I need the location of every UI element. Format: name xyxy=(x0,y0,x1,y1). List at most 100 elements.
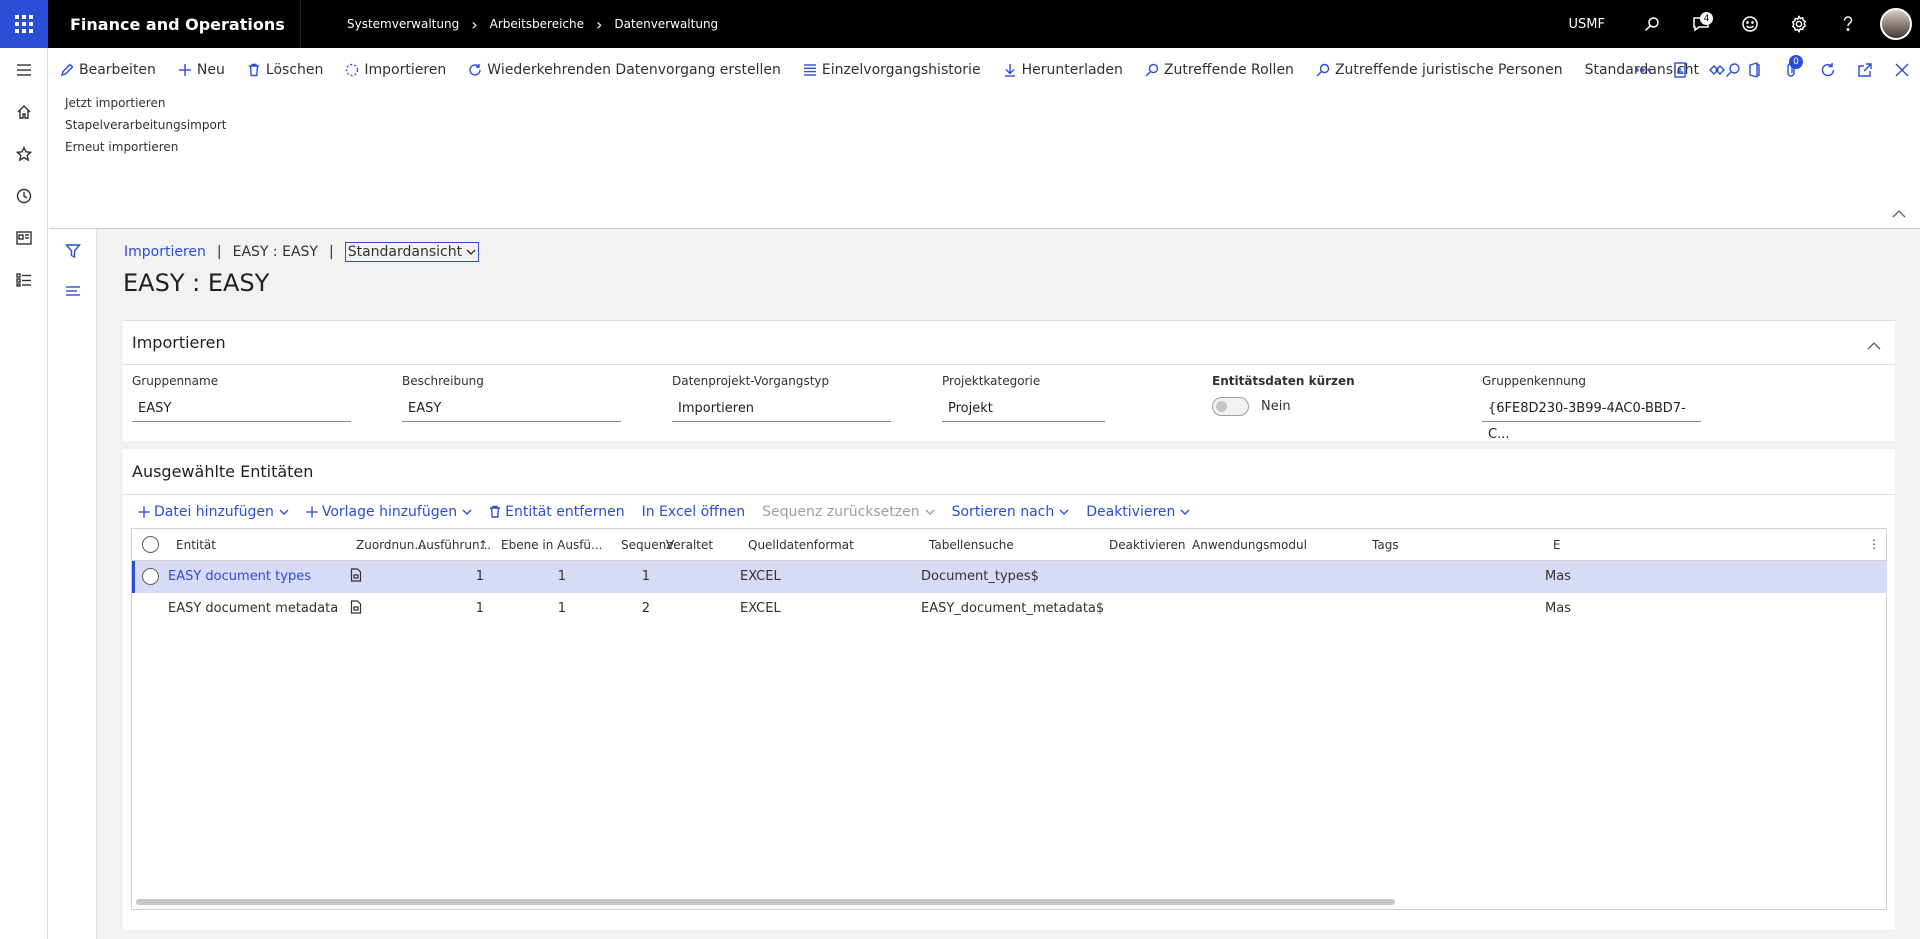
open-new-window-button[interactable] xyxy=(1846,48,1883,92)
applicable-legal-entities-button[interactable]: Zutreffende juristische Personen xyxy=(1316,62,1563,78)
app-title[interactable]: Finance and Operations xyxy=(70,15,300,34)
page-breadcrumb: Importieren | EASY : EASY | Standardansi… xyxy=(124,242,480,262)
close-button[interactable] xyxy=(1883,48,1920,92)
import-fasttab-header[interactable]: Importieren xyxy=(123,321,1895,365)
reset-sequence-button[interactable]: Sequenz zurücksetzen xyxy=(762,503,935,520)
selected-entities-section: Ausgewählte Entitäten Datei hinzufügen V… xyxy=(123,449,1895,930)
list-icon xyxy=(16,273,31,287)
truncate-entity-data-value: Nein xyxy=(1261,399,1291,414)
add-file-button[interactable]: Datei hinzufügen xyxy=(138,504,289,520)
entity-name-link[interactable]: EASY document types xyxy=(168,569,311,584)
column-header-app-module[interactable]: Anwendungsmodul xyxy=(1192,538,1307,552)
sheet-lookup-value[interactable]: EASY_document_metadata$ xyxy=(921,601,1104,616)
filter-button[interactable] xyxy=(49,231,97,271)
expand-navigation-button[interactable] xyxy=(0,49,48,91)
row-select-radio[interactable] xyxy=(142,568,159,585)
column-header-disable[interactable]: Deaktivieren xyxy=(1109,538,1185,552)
reset-sequence-label: Sequenz zurücksetzen xyxy=(762,503,920,520)
power-apps-button[interactable] xyxy=(1698,48,1735,92)
home-button[interactable] xyxy=(0,91,48,133)
download-label: Herunterladen xyxy=(1021,62,1123,78)
edit-button[interactable]: Bearbeiten xyxy=(60,62,156,78)
breadcrumb-item-arbeitsbereiche[interactable]: Arbeitsbereiche xyxy=(490,17,584,31)
sheet-lookup-value[interactable]: Document_types$ xyxy=(921,569,1039,584)
collapse-section-button[interactable] xyxy=(1867,335,1881,354)
select-all-checkbox[interactable] xyxy=(142,536,159,553)
attachments-button[interactable]: 0 xyxy=(1772,48,1809,92)
column-header-sheet-lookup[interactable]: Tabellensuche xyxy=(929,538,1014,552)
office-button[interactable] xyxy=(1735,48,1772,92)
attachments-count-badge: 0 xyxy=(1789,55,1803,69)
project-category-input[interactable]: Projekt xyxy=(942,396,1105,422)
applicable-roles-button[interactable]: Zutreffende Rollen xyxy=(1145,62,1294,78)
create-recurring-job-label: Wiederkehrenden Datenvorgang erstellen xyxy=(487,62,781,78)
app-launcher-button[interactable] xyxy=(0,0,48,48)
import-now-button[interactable]: Jetzt importieren xyxy=(65,92,1920,114)
help-button[interactable] xyxy=(1823,0,1872,48)
column-header-mapping[interactable]: Zuordnun... xyxy=(356,538,426,552)
breadcrumb-item-datenverwaltung[interactable]: Datenverwaltung xyxy=(614,17,718,31)
delete-button[interactable]: Löschen xyxy=(247,62,323,78)
entity-name[interactable]: EASY document metadata xyxy=(168,601,338,616)
navigation-rail xyxy=(0,48,48,939)
truncate-entity-data-toggle[interactable] xyxy=(1212,397,1249,416)
table-row[interactable]: EASY document metadata 1 1 2 EXCEL EASY_… xyxy=(132,593,1887,625)
feedback-button[interactable] xyxy=(1725,0,1774,48)
entities-grid: Entität Zuordnun... Ausführun... ↑ Ebene… xyxy=(131,528,1887,910)
column-header-source-format[interactable]: Quelldatenformat xyxy=(748,538,854,552)
workspaces-button[interactable] xyxy=(0,217,48,259)
create-recurring-job-button[interactable]: Wiederkehrenden Datenvorgang erstellen xyxy=(468,62,781,78)
import-button[interactable]: Importieren xyxy=(345,62,446,78)
page-crumb-record: EASY : EASY xyxy=(232,244,318,260)
mapping-document-icon[interactable] xyxy=(350,600,362,618)
table-row[interactable]: EASY document types 1 1 1 EXCEL Document… xyxy=(132,561,1887,593)
user-avatar[interactable] xyxy=(1880,8,1912,40)
search-button[interactable] xyxy=(1627,0,1676,48)
column-header-e[interactable]: E xyxy=(1553,538,1561,552)
description-input[interactable]: EASY xyxy=(402,396,621,422)
column-header-sequence[interactable]: Sequenz xyxy=(621,538,673,552)
settings-button[interactable] xyxy=(1774,0,1823,48)
download-button[interactable]: Herunterladen xyxy=(1003,62,1123,78)
modules-button[interactable] xyxy=(0,259,48,301)
recent-button[interactable] xyxy=(0,175,48,217)
favorites-button[interactable] xyxy=(0,133,48,175)
open-in-office-button[interactable] xyxy=(1661,48,1698,92)
description-field: Beschreibung EASY xyxy=(402,374,621,422)
batch-import-button[interactable]: Stapelverarbeitungsimport xyxy=(65,114,1920,136)
column-options-icon[interactable]: ⋮ xyxy=(1868,537,1880,551)
source-format-value[interactable]: EXCEL xyxy=(740,601,781,616)
view-selector[interactable]: Standardansicht xyxy=(344,242,480,262)
page-crumb-link[interactable]: Importieren xyxy=(124,244,206,260)
execution-unit-value: 1 xyxy=(475,569,484,584)
add-template-button[interactable]: Vorlage hinzufügen xyxy=(306,504,472,520)
plus-icon xyxy=(178,64,191,76)
group-id-input[interactable]: {6FE8D230-3B99-4AC0-BBD7-C... xyxy=(1482,396,1701,442)
column-header-level[interactable]: Ebene in Ausfü... xyxy=(501,538,602,552)
mapping-document-icon[interactable] xyxy=(350,568,362,586)
notifications-button[interactable]: 4 xyxy=(1676,0,1725,48)
column-header-entity[interactable]: Entität xyxy=(176,538,216,552)
related-info-button[interactable] xyxy=(49,271,97,311)
column-header-tags[interactable]: Tags xyxy=(1372,538,1399,552)
company-picker[interactable]: USMF xyxy=(1569,17,1605,32)
breadcrumb-item-systemverwaltung[interactable]: Systemverwaltung xyxy=(347,17,459,31)
disable-button[interactable]: Deaktivieren xyxy=(1086,504,1190,520)
more-options-button[interactable] xyxy=(1624,48,1661,92)
horizontal-scrollbar[interactable] xyxy=(136,899,1395,905)
collapse-action-pane-button[interactable] xyxy=(1892,207,1906,222)
reimport-button[interactable]: Erneut importieren xyxy=(65,136,1920,158)
column-header-obsolete[interactable]: Veraltet xyxy=(666,538,713,552)
group-name-input[interactable]: EASY xyxy=(132,396,351,422)
refresh-button[interactable] xyxy=(1809,48,1846,92)
open-in-excel-button[interactable]: In Excel öffnen xyxy=(642,504,746,520)
sequence-value: 2 xyxy=(641,601,650,616)
new-button[interactable]: Neu xyxy=(178,62,225,78)
source-format-value[interactable]: EXCEL xyxy=(740,569,781,584)
question-mark-icon xyxy=(1843,16,1852,31)
job-history-button[interactable]: Einzelvorgangshistorie xyxy=(803,62,981,78)
operation-type-input[interactable]: Importieren xyxy=(672,396,891,422)
remove-entity-button[interactable]: Entität entfernen xyxy=(489,504,625,520)
sort-by-button[interactable]: Sortieren nach xyxy=(952,504,1070,520)
group-id-label: Gruppenkennung xyxy=(1482,374,1587,388)
